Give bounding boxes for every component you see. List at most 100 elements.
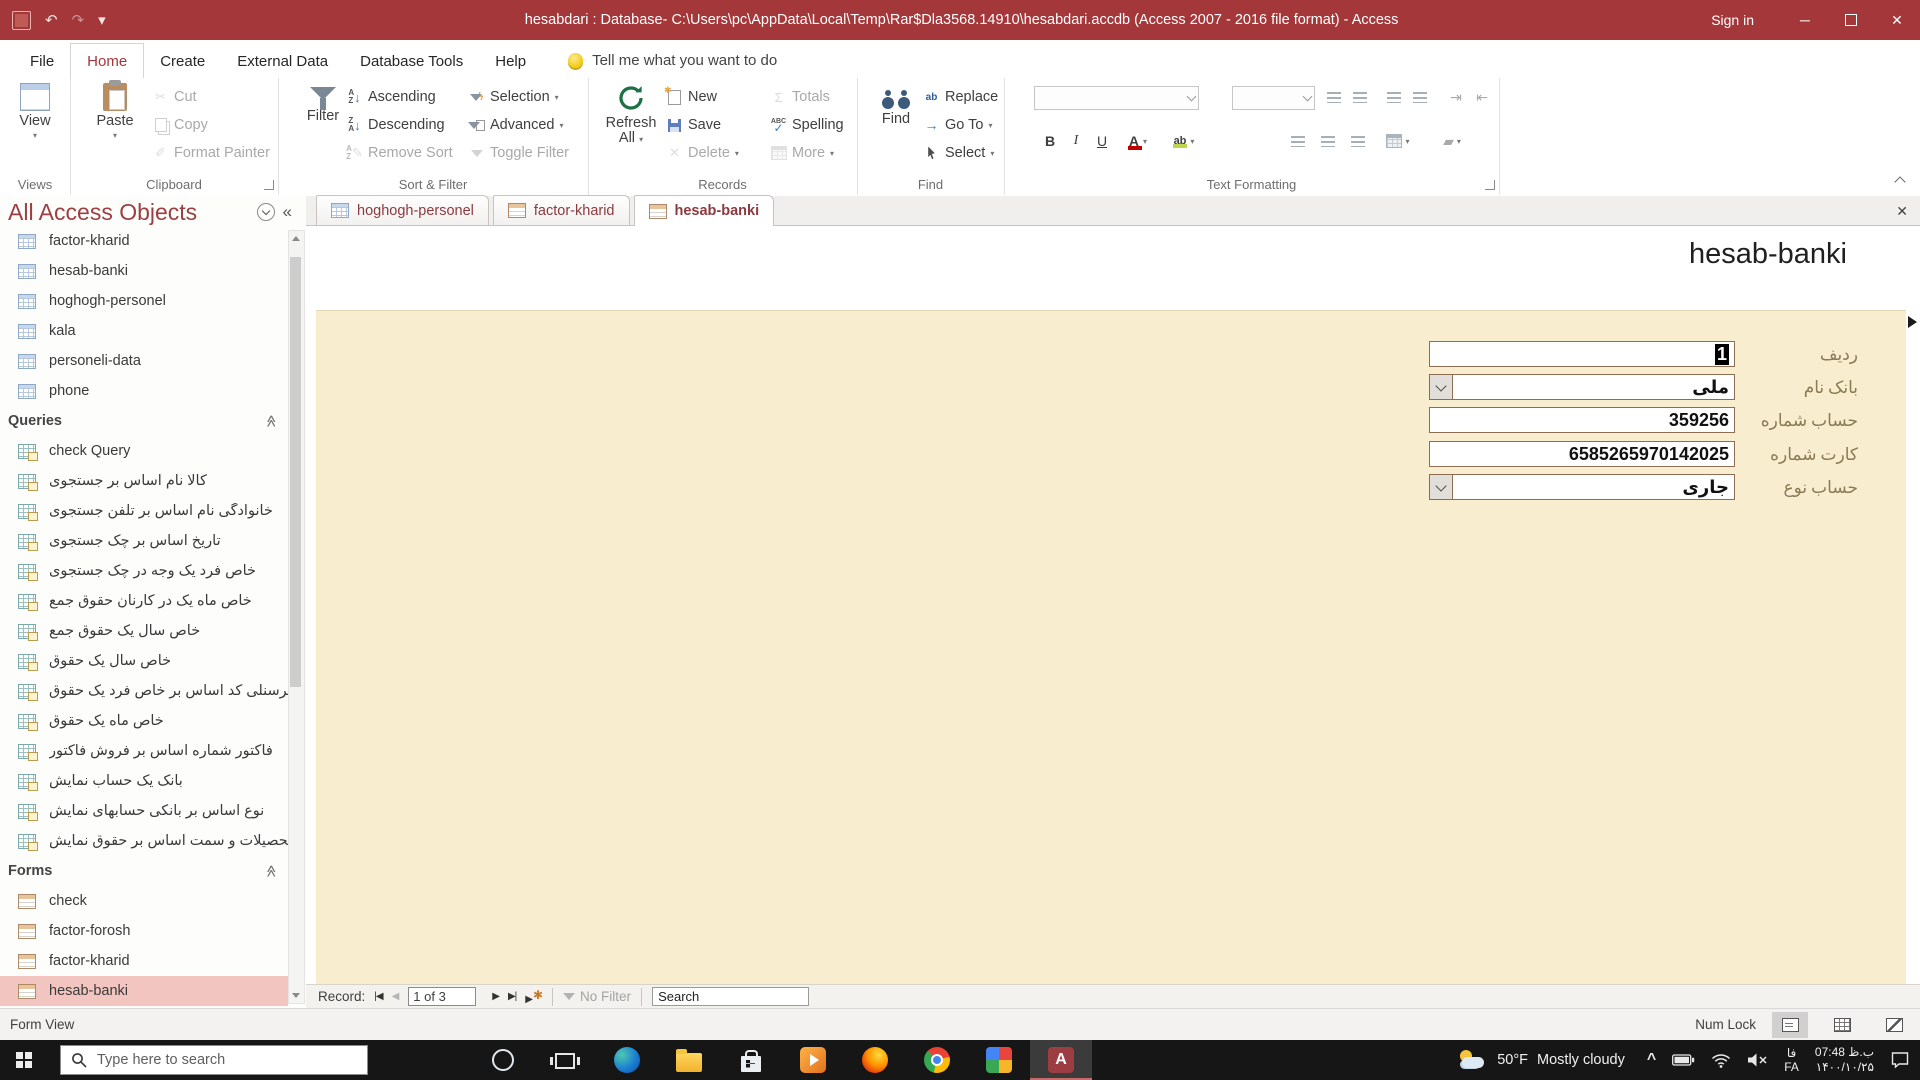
collapse-section-icon[interactable]: ≪: [265, 865, 279, 878]
nav-item-hesab-banki[interactable]: hesab-banki: [0, 256, 288, 286]
undo-icon[interactable]: ↶: [45, 11, 58, 29]
nav-item-factor-kharid[interactable]: factor-kharid: [0, 946, 288, 976]
dropdown-button[interactable]: [1430, 475, 1453, 499]
nav-item-query-4[interactable]: جستجوی چک در وجه یک فرد خاص: [0, 556, 288, 586]
taskbar-firefox-button[interactable]: [844, 1040, 906, 1080]
field-account-type-input[interactable]: جاری: [1429, 474, 1735, 500]
nav-section-queries[interactable]: Queries ≪: [0, 406, 288, 436]
ascending-button[interactable]: A Z ↓ Ascending: [346, 84, 435, 110]
descending-button[interactable]: Z A ↓ Descending: [346, 112, 444, 138]
filter-button[interactable]: Filter: [292, 83, 354, 125]
nav-item-check[interactable]: check: [0, 886, 288, 916]
language-indicator[interactable]: فا FA: [1784, 1046, 1799, 1074]
customize-quick-access-icon[interactable]: ▾: [98, 11, 106, 29]
selection-button[interactable]: ϟ Selection ▾: [468, 84, 559, 110]
numbering-button[interactable]: [1348, 86, 1372, 108]
nav-item-query-9[interactable]: حقوق یک ماه خاص: [0, 706, 288, 736]
scrollbar-thumb[interactable]: [290, 257, 301, 687]
first-record-button[interactable]: |◀: [374, 991, 383, 1002]
action-center-icon[interactable]: [1890, 1051, 1910, 1069]
more-button[interactable]: More ▾: [770, 140, 834, 166]
collapse-ribbon-icon[interactable]: [1894, 176, 1906, 188]
cut-button[interactable]: ✂ Cut: [152, 84, 197, 110]
paste-button[interactable]: Paste ▾: [84, 80, 146, 140]
nav-item-query-1[interactable]: جستجوی بر اساس نام کالا: [0, 466, 288, 496]
wifi-icon[interactable]: [1711, 1053, 1731, 1068]
taskbar-edge-button[interactable]: [596, 1040, 658, 1080]
scroll-up-icon[interactable]: [289, 231, 302, 246]
object-tab-factor-kharid[interactable]: factor-kharid: [492, 195, 630, 225]
nav-item-query-3[interactable]: جستجوی چک بر اساس تاریخ: [0, 526, 288, 556]
align-left-button[interactable]: [1286, 130, 1310, 152]
datasheet-view-button[interactable]: [1824, 1012, 1860, 1038]
design-view-button[interactable]: [1876, 1012, 1912, 1038]
toggle-filter-button[interactable]: Toggle Filter: [468, 140, 569, 166]
advanced-filter-button[interactable]: Advanced ▾: [468, 112, 564, 138]
form-view-button[interactable]: [1772, 1011, 1808, 1038]
nav-item-hoghogh-personel[interactable]: hoghogh-personel: [0, 286, 288, 316]
taskbar-media-player-button[interactable]: [782, 1040, 844, 1080]
menu-tab-database-tools[interactable]: Database Tools: [344, 44, 479, 78]
nav-item-factor-kharid[interactable]: factor-kharid: [0, 226, 288, 256]
record-search-input[interactable]: Search: [652, 987, 810, 1006]
taskbar-access-button[interactable]: A: [1030, 1040, 1092, 1080]
remove-sort-button[interactable]: A Z ✎ Remove Sort: [346, 140, 452, 166]
nav-scrollbar[interactable]: [288, 230, 305, 1004]
bullets-button[interactable]: [1322, 86, 1346, 108]
font-size-combobox[interactable]: [1232, 86, 1315, 110]
replace-button[interactable]: ab Replace: [923, 84, 999, 110]
menu-tab-file[interactable]: File: [14, 44, 70, 78]
new-blank-record-button[interactable]: ▶✱: [525, 988, 543, 1005]
redo-icon[interactable]: ↷: [72, 11, 85, 29]
show-hidden-icons-icon[interactable]: ^: [1647, 1051, 1656, 1069]
no-filter-button[interactable]: No Filter: [563, 989, 631, 1004]
nav-section-forms[interactable]: Forms ≪: [0, 856, 288, 886]
nav-item-hesab-banki[interactable]: hesab-banki: [0, 976, 288, 1006]
collapse-section-icon[interactable]: ≪: [265, 415, 279, 428]
nav-item-phone[interactable]: phone: [0, 376, 288, 406]
start-button[interactable]: [0, 1040, 48, 1080]
taskbar-search-input[interactable]: Type here to search: [60, 1045, 368, 1075]
new-record-ribbon-button[interactable]: New: [664, 84, 717, 110]
clock-widget[interactable]: 07:48 ب.ظ ۱۴۰۰/۱۰/۲۵: [1815, 1045, 1874, 1075]
volume-muted-icon[interactable]: [1747, 1053, 1768, 1067]
nav-item-query-8[interactable]: حقوق یک فرد خاص بر اساس کد پرسنلی: [0, 676, 288, 706]
taskbar-task-view-button[interactable]: [534, 1040, 596, 1080]
highlight-color-button[interactable]: ab ▾: [1172, 130, 1196, 152]
nav-item-query-10[interactable]: فاکتور فروش بر اساس شماره فاکتور: [0, 736, 288, 766]
nav-item-query-5[interactable]: جمع حقوق کارنان در یک ماه خاص: [0, 586, 288, 616]
tell-me-box[interactable]: Tell me what you want to do: [568, 52, 777, 78]
background-color-button[interactable]: ▰ ▾: [1440, 130, 1464, 152]
font-color-button[interactable]: A ▾: [1126, 130, 1150, 152]
field-bank-name-input[interactable]: ملی: [1429, 374, 1735, 400]
nav-item-check-query[interactable]: check Query: [0, 436, 288, 466]
gridlines-button[interactable]: ▾: [1386, 130, 1410, 152]
decrease-indent-button[interactable]: [1382, 86, 1406, 108]
italic-button[interactable]: I: [1064, 130, 1088, 152]
taskbar-cortana-button[interactable]: [472, 1040, 534, 1080]
taskbar-store-button[interactable]: [720, 1040, 782, 1080]
last-record-button[interactable]: ▶|: [508, 991, 517, 1002]
field-row-id-input[interactable]: 1: [1429, 341, 1735, 367]
menu-tab-external-data[interactable]: External Data: [221, 44, 344, 78]
object-tab-hoghogh-personel[interactable]: hoghogh-personel: [316, 195, 489, 225]
font-name-combobox[interactable]: [1034, 86, 1199, 110]
nav-item-query-7[interactable]: حقوق یک سال خاص: [0, 646, 288, 676]
taskbar-file-explorer-button[interactable]: [658, 1040, 720, 1080]
underline-button[interactable]: U: [1090, 130, 1114, 152]
select-button[interactable]: Select ▾: [923, 140, 994, 166]
current-record-box[interactable]: 1 of 3: [408, 987, 477, 1006]
scroll-down-icon[interactable]: [289, 988, 302, 1003]
totals-button[interactable]: Σ Totals: [770, 84, 829, 110]
nav-item-kala[interactable]: kala: [0, 316, 288, 346]
taskbar-chrome-button[interactable]: [906, 1040, 968, 1080]
dropdown-button[interactable]: [1430, 375, 1453, 399]
nav-item-query-13[interactable]: نمایش حقوق بر اساس سمت و تحصیلات: [0, 826, 288, 856]
copy-button[interactable]: Copy: [152, 112, 208, 138]
format-painter-button[interactable]: ✐ Format Painter: [152, 140, 270, 166]
save-button[interactable]: Save: [666, 112, 721, 138]
taskbar-photos-button[interactable]: [968, 1040, 1030, 1080]
nav-pane-menu-icon[interactable]: [256, 203, 275, 221]
shutter-bar-collapse-icon[interactable]: «: [283, 202, 292, 222]
delete-button[interactable]: ✕ Delete ▾: [666, 140, 739, 166]
